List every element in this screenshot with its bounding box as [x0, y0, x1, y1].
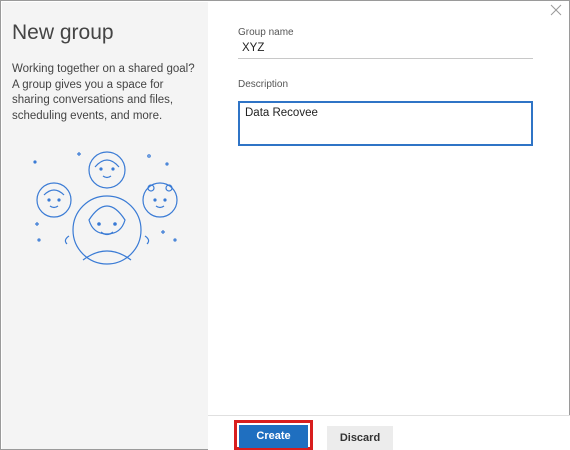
intro-text: Working together on a shared goal? A gro…	[12, 63, 195, 122]
group-name-input[interactable]	[238, 37, 533, 59]
discard-button[interactable]: Discard	[327, 426, 393, 450]
create-button[interactable]: Create	[239, 425, 308, 448]
intro-pane: New group Working together on a shared g…	[2, 2, 208, 449]
new-group-dialog: New group Working together on a shared g…	[0, 0, 570, 450]
close-icon[interactable]	[549, 3, 563, 17]
dialog-title: New group	[12, 21, 114, 44]
description-input[interactable]: Data Recovee	[238, 101, 533, 146]
description-label: Description	[238, 79, 289, 90]
people-group-illustration	[33, 151, 178, 265]
